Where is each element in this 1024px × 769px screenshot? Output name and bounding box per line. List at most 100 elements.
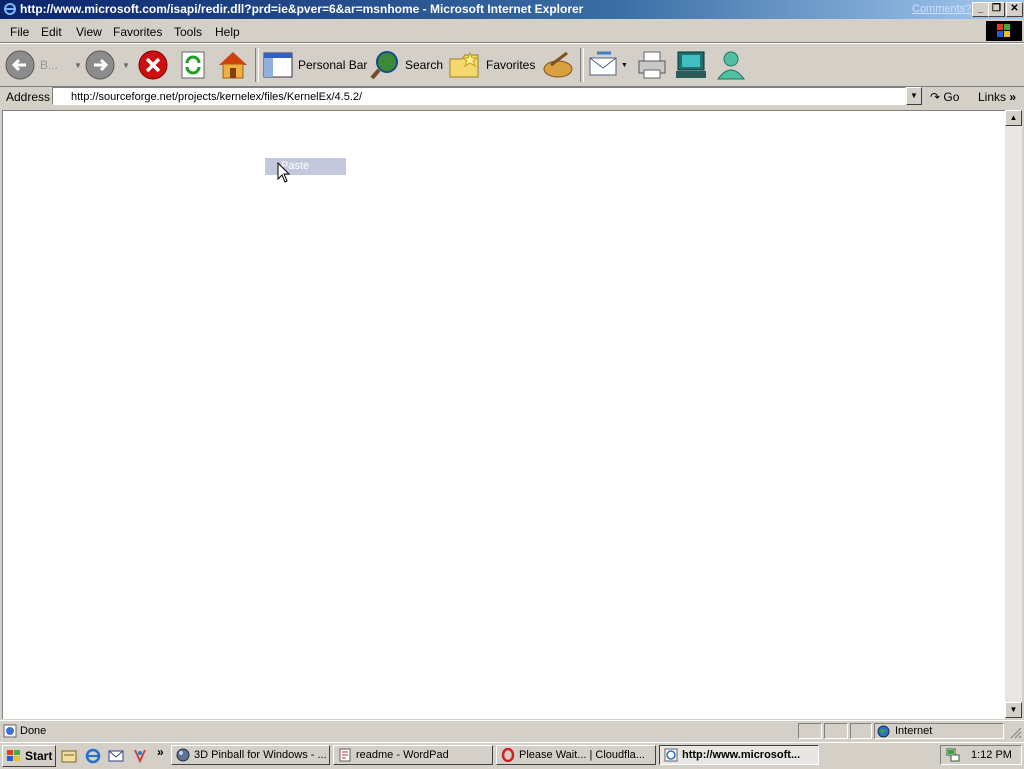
favorites-button[interactable]: Favorites xyxy=(448,48,535,82)
network-icon[interactable] xyxy=(945,747,961,763)
address-input[interactable]: http://sourceforge.net/projects/kernelex… xyxy=(52,87,906,105)
menu-file[interactable]: File xyxy=(10,25,29,39)
pinball-icon xyxy=(176,748,190,762)
windows-logo-icon xyxy=(7,750,20,761)
title-bar[interactable]: http://www.microsoft.com/isapi/redir.dll… xyxy=(0,0,1024,19)
chevron-right-icon: » xyxy=(1009,90,1017,104)
back-button[interactable]: B... ▼ xyxy=(4,48,82,82)
status-text: Done xyxy=(20,725,47,737)
favorites-label: Favorites xyxy=(486,58,536,72)
refresh-icon xyxy=(181,51,205,79)
menu-bar: File Edit View Favorites Tools Help xyxy=(0,20,1024,43)
personal-bar-label: Personal Bar xyxy=(298,58,368,72)
personal-bar-icon xyxy=(263,52,293,78)
address-label: Address xyxy=(6,90,51,104)
go-arrow-icon: ↷ xyxy=(930,90,944,104)
outlook-express-icon[interactable] xyxy=(107,747,125,768)
forward-button[interactable]: ▼ xyxy=(84,48,130,82)
toolbar-separator xyxy=(580,48,584,82)
discuss-button[interactable] xyxy=(674,48,708,82)
forward-icon xyxy=(85,50,115,80)
show-desktop-icon[interactable] xyxy=(60,747,78,768)
forward-dropdown-icon[interactable]: ▼ xyxy=(122,61,130,70)
status-panel xyxy=(824,723,848,739)
history-icon xyxy=(543,51,573,78)
messenger-icon[interactable] xyxy=(131,747,149,768)
task-label: Please Wait... | Cloudfla... xyxy=(519,749,645,761)
scroll-down-button[interactable]: ▼ xyxy=(1005,702,1022,718)
wordpad-icon xyxy=(339,748,351,762)
links-button[interactable]: Links » xyxy=(978,90,1016,104)
windows-logo-icon xyxy=(986,21,1022,41)
page-done-icon xyxy=(3,724,17,741)
zone-panel: Internet xyxy=(874,723,1004,739)
menu-view[interactable]: View xyxy=(76,25,102,39)
zone-label: Internet xyxy=(895,725,933,737)
quick-launch-chevron-icon[interactable]: » xyxy=(157,745,164,759)
task-label: readme - WordPad xyxy=(356,749,449,761)
standard-toolbar: B... ▼ ▼ Personal Bar Search Favorites ▼ xyxy=(0,43,1024,87)
mail-button[interactable]: ▼ xyxy=(587,48,628,82)
personal-bar-button[interactable]: Personal Bar xyxy=(262,48,367,82)
close-button[interactable]: ✕ xyxy=(1006,2,1023,17)
history-button[interactable] xyxy=(541,48,575,82)
system-tray: 1:12 PM xyxy=(940,745,1022,765)
comments-link[interactable]: Comments? xyxy=(912,3,971,15)
taskbar: Start » 3D Pinball for Windows - ... rea… xyxy=(0,742,1024,769)
globe-icon xyxy=(877,725,890,738)
menu-edit[interactable]: Edit xyxy=(41,25,62,39)
menu-favorites[interactable]: Favorites xyxy=(113,25,162,39)
resize-grip-icon[interactable] xyxy=(1008,725,1022,739)
search-label: Search xyxy=(405,58,444,72)
status-panel xyxy=(850,723,872,739)
messenger-button[interactable] xyxy=(714,48,748,82)
menu-tools[interactable]: Tools xyxy=(174,25,202,39)
messenger-icon xyxy=(676,51,706,78)
task-label: 3D Pinball for Windows - ... xyxy=(194,749,327,761)
ie-icon xyxy=(664,748,678,762)
refresh-button[interactable] xyxy=(178,48,208,82)
ie-icon xyxy=(4,3,16,15)
mouse-cursor-icon xyxy=(277,162,291,183)
print-icon xyxy=(638,51,666,79)
mail-icon xyxy=(589,51,617,76)
status-bar: Done Internet xyxy=(0,720,1024,743)
search-icon xyxy=(370,51,398,80)
home-icon xyxy=(219,52,247,79)
task-label: http://www.microsoft... xyxy=(682,749,801,761)
status-panel xyxy=(798,723,822,739)
task-button-opera[interactable]: Please Wait... | Cloudfla... xyxy=(496,745,656,765)
minimize-button[interactable]: _ xyxy=(972,2,989,17)
address-bar: Address http://sourceforge.net/projects/… xyxy=(0,86,1024,108)
start-label: Start xyxy=(25,749,53,763)
address-dropdown-button[interactable]: ▼ xyxy=(906,87,922,105)
go-button[interactable]: ↷ Go xyxy=(930,90,959,104)
go-label: Go xyxy=(943,90,960,104)
links-label: Links xyxy=(978,90,1007,104)
stop-button[interactable] xyxy=(137,48,169,82)
task-button-pinball[interactable]: 3D Pinball for Windows - ... xyxy=(171,745,330,765)
back-label: B... xyxy=(40,58,59,72)
home-button[interactable] xyxy=(216,48,250,82)
print-button[interactable] xyxy=(636,48,668,82)
ie-icon[interactable] xyxy=(84,747,102,768)
task-button-ie[interactable]: http://www.microsoft... xyxy=(659,745,819,765)
restore-button[interactable]: ❐ xyxy=(988,2,1005,17)
toolbar-separator xyxy=(255,48,259,82)
start-button[interactable]: Start xyxy=(2,745,56,767)
window-title: http://www.microsoft.com/isapi/redir.dll… xyxy=(20,2,584,16)
mail-dropdown-icon[interactable]: ▼ xyxy=(621,62,628,69)
menu-help[interactable]: Help xyxy=(215,25,240,39)
messenger-icon xyxy=(717,51,745,80)
scroll-up-button[interactable]: ▲ xyxy=(1005,110,1022,126)
search-button[interactable]: Search xyxy=(369,48,443,82)
stop-icon xyxy=(138,50,168,80)
favorites-icon xyxy=(449,51,479,78)
back-icon xyxy=(5,50,35,80)
task-button-wordpad[interactable]: readme - WordPad xyxy=(333,745,493,765)
vertical-scrollbar[interactable]: ▲ ▼ xyxy=(1005,110,1022,718)
page-content[interactable] xyxy=(2,110,1005,719)
opera-icon xyxy=(501,748,515,762)
back-dropdown-icon[interactable]: ▼ xyxy=(74,61,82,70)
clock[interactable]: 1:12 PM xyxy=(971,749,1012,761)
